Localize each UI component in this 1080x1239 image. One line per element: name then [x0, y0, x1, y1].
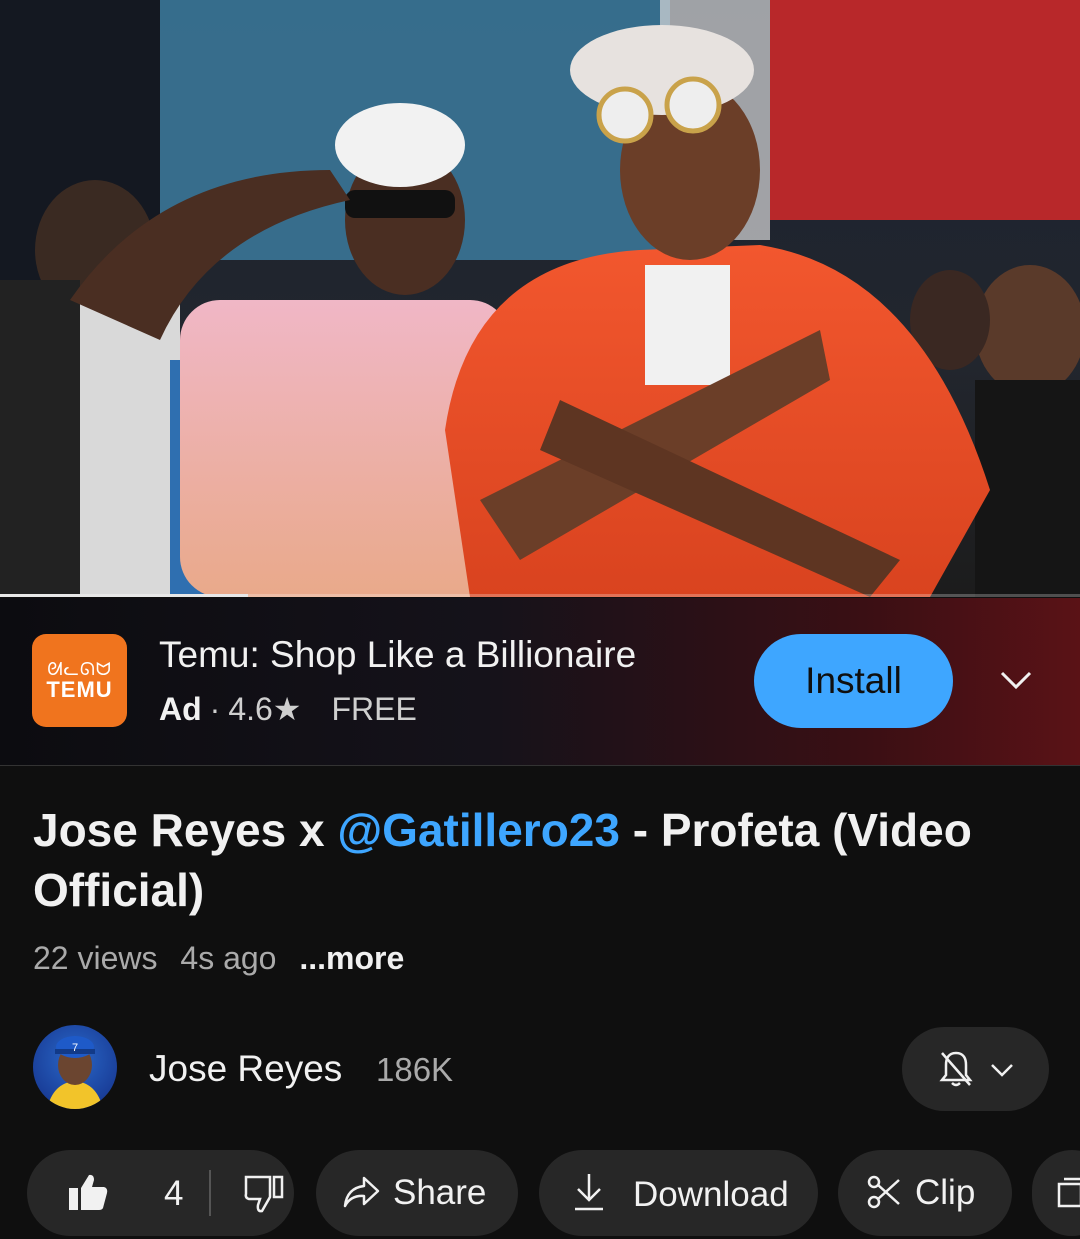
chevron-down-icon	[990, 1064, 1013, 1077]
clip-button[interactable]: Clip	[838, 1150, 1012, 1236]
video-meta[interactable]: 22 views 4s ago ...more	[33, 940, 418, 977]
avatar-jersey-number: 7	[72, 1042, 78, 1054]
like-dislike-pill: 4	[27, 1150, 294, 1236]
clip-label: Clip	[915, 1173, 976, 1212]
video-title-text: Jose Reyes x	[33, 804, 338, 856]
bell-off-icon	[938, 1051, 973, 1087]
ad-banner[interactable]: ᘛᓚᘏᗢ TEMU Temu: Shop Like a Billionaire …	[0, 598, 1080, 766]
download-label: Download	[633, 1175, 789, 1214]
like-count: 4	[164, 1174, 184, 1213]
temu-logo-glyphs: ᘛᓚᘏᗢ	[47, 658, 112, 679]
subscriber-count: 186K	[376, 1051, 454, 1088]
chevron-down-icon[interactable]	[996, 664, 1036, 696]
video-title[interactable]: Jose Reyes x @Gatillero23 - Profeta (Vid…	[33, 800, 1043, 920]
channel-name[interactable]: Jose Reyes	[149, 1048, 342, 1090]
ad-price: FREE	[331, 690, 417, 727]
like-divider	[209, 1170, 211, 1216]
install-button[interactable]: Install	[754, 634, 953, 728]
thumbs-up-icon[interactable]	[67, 1171, 109, 1213]
view-count: 22 views	[33, 940, 158, 976]
ad-title[interactable]: Temu: Shop Like a Billionaire	[159, 634, 636, 676]
more-link[interactable]: ...more	[299, 940, 404, 976]
video-progress-fill	[0, 594, 249, 597]
ad-rating: 4.6★	[228, 691, 302, 727]
download-icon	[575, 1174, 603, 1211]
share-button[interactable]: Share	[316, 1150, 518, 1236]
upload-age: 4s ago	[180, 940, 277, 976]
ad-label: Ad	[159, 690, 202, 727]
video-progress-bar[interactable]	[0, 594, 1080, 597]
video-frame-illustration	[0, 0, 1080, 597]
avatar[interactable]: 7	[33, 1025, 117, 1109]
temu-logo-word: TEMU	[46, 676, 113, 702]
video-title-mention-link[interactable]: @Gatillero23	[337, 804, 620, 856]
save-button[interactable]	[1032, 1150, 1080, 1236]
thumbs-down-icon[interactable]	[244, 1174, 286, 1214]
subscription-bell-button[interactable]	[902, 1027, 1049, 1111]
avatar-illustration: 7	[47, 1036, 103, 1109]
save-playlist-icon	[1057, 1177, 1080, 1208]
scissors-icon	[867, 1175, 900, 1209]
video-player[interactable]	[0, 0, 1080, 597]
share-label: Share	[393, 1173, 487, 1212]
temu-logo-icon[interactable]: ᘛᓚᘏᗢ TEMU	[32, 634, 127, 727]
share-arrow-icon	[343, 1176, 380, 1208]
download-button[interactable]: Download	[539, 1150, 818, 1236]
ad-meta: Ad · 4.6★ FREE	[159, 690, 417, 728]
ad-separator: ·	[209, 690, 221, 727]
